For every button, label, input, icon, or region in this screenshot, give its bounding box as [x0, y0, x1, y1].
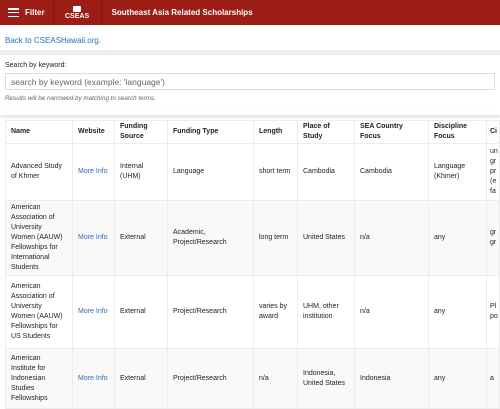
column-header[interactable]: Length [253, 120, 298, 144]
table-row: American Association of University Women… [5, 275, 500, 349]
table-cell: Internal (UHM) [114, 143, 168, 201]
table-cell: any [428, 275, 487, 349]
more-info-link[interactable]: More Info [78, 308, 108, 315]
column-header[interactable]: Funding Source [114, 120, 168, 144]
table-cell: short term [253, 143, 298, 201]
logo-text: CSEAS [65, 12, 90, 20]
table-cell: External [114, 200, 168, 276]
seal-icon [73, 5, 82, 12]
page-title: Southeast Asia Related Scholarships [111, 8, 253, 17]
table-cell: Pl po [486, 275, 500, 349]
table-cell: Language (Khmer) [428, 143, 487, 201]
table-cell: gr gr [486, 200, 500, 276]
table-cell: n/a [354, 275, 429, 349]
table-cell: American Association of University Women… [5, 275, 73, 349]
table-cell: Language [167, 143, 254, 201]
back-link[interactable]: Back to CSEASHawaii.org. [0, 25, 500, 50]
search-input[interactable] [5, 73, 495, 90]
more-info-link[interactable]: More Info [78, 234, 108, 241]
table-cell: More Info [72, 275, 115, 349]
table-row: American Association of University Women… [5, 200, 500, 276]
column-header[interactable]: Ci [486, 120, 500, 144]
filter-label: Filter [25, 8, 45, 17]
search-hint: Results will be narrowed by matching to … [5, 95, 156, 102]
table-cell: varies by award [253, 275, 298, 349]
table-cell: Cambodia [354, 143, 429, 201]
table-cell: American Association of University Women… [5, 200, 73, 276]
column-header[interactable]: Discipline Focus [428, 120, 487, 144]
table-cell: long term [253, 200, 298, 276]
table-cell: External [114, 275, 168, 349]
column-header[interactable]: SEA Country Focus [354, 120, 429, 144]
table-cell: More Info [72, 143, 115, 201]
table-cell: Academic, Project/Research [167, 200, 254, 276]
table-row: Advanced Study of Khmer More Info Internal… [5, 143, 500, 201]
scholarships-table: Name Website Funding Source Funding Type Len… [5, 120, 500, 409]
divider [0, 112, 500, 115]
table-cell: More Info [72, 200, 115, 276]
filter-menu-button[interactable]: Filter [0, 0, 54, 25]
search-label: Search by keyword: [5, 62, 67, 69]
hamburger-icon [8, 8, 19, 17]
table-cell: United States [297, 200, 355, 276]
column-header[interactable]: Funding Type [167, 120, 254, 144]
table-cell: Project/Research [167, 275, 254, 349]
column-header[interactable]: Place of Study [297, 120, 355, 144]
column-header[interactable]: Name [5, 120, 73, 144]
table-cell: un gr pr (e fa [486, 143, 500, 201]
table-cell: any [428, 200, 487, 276]
cseas-logo[interactable]: CSEAS [54, 0, 102, 25]
column-header[interactable]: Website [72, 120, 115, 144]
more-info-link[interactable]: More Info [78, 375, 108, 382]
table-cell: Advanced Study of Khmer [5, 143, 73, 201]
top-bar: Filter CSEAS Southeast Asia Related Scho… [0, 0, 500, 25]
table-cell: UHM, other institution [297, 275, 355, 349]
table-cell: n/a [354, 200, 429, 276]
more-info-link[interactable]: More Info [78, 168, 108, 175]
search-section: Search by keyword: Results will be narro… [0, 55, 500, 112]
table-cell: Cambodia [297, 143, 355, 201]
